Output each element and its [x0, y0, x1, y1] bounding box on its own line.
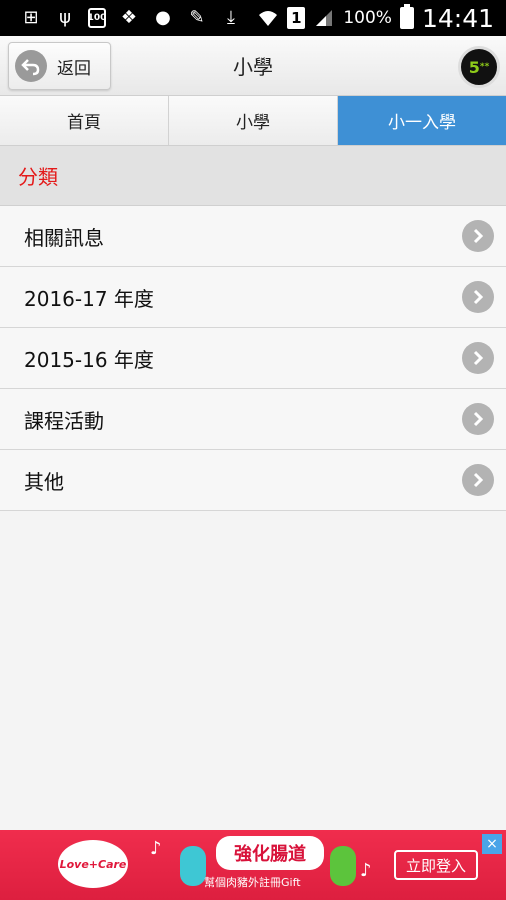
battery-icon — [399, 4, 414, 29]
edit-icon: ✎ — [189, 7, 205, 28]
wifi-icon — [257, 7, 279, 29]
category-title: 分類 — [18, 165, 58, 189]
list-item-activities[interactable]: 課程活動 — [0, 389, 506, 450]
plus-box-icon: ⊞ — [23, 7, 39, 28]
category-list: 相關訊息 2016-17 年度 2015-16 年度 課程活動 其他 — [0, 206, 506, 511]
ad-subline: 幫個肉豬外註冊Gift — [204, 876, 301, 889]
clock: 14:41 — [421, 3, 494, 33]
back-label: 返回 — [57, 58, 91, 79]
logo-stars: ** — [479, 62, 490, 72]
status-bar: ⊞ ψ 100 ❖ ● ✎ ⤓ 1 100% 14:41 — [0, 0, 506, 36]
tab-home[interactable]: 首頁 — [0, 96, 169, 145]
mascot-icon — [180, 846, 206, 886]
chevron-right-icon — [462, 464, 494, 496]
signal-icon — [313, 7, 335, 29]
app-header: 返回 小學 5 ** — [0, 36, 506, 96]
list-item-label: 相關訊息 — [24, 225, 104, 250]
sim-icon: 1 — [287, 7, 306, 29]
list-item-2015-16[interactable]: 2015-16 年度 — [0, 328, 506, 389]
list-item-label: 其他 — [24, 469, 64, 494]
tab-primary[interactable]: 小學 — [169, 96, 338, 145]
music-note-icon: ♪ — [360, 860, 372, 881]
chevron-right-icon — [462, 342, 494, 374]
usb-icon: ψ — [59, 7, 71, 28]
list-item-related-news[interactable]: 相關訊息 — [0, 206, 506, 267]
dropbox-icon: ❖ — [120, 7, 138, 28]
back-button[interactable]: 返回 — [8, 42, 111, 90]
chevron-right-icon — [462, 281, 494, 313]
mascot-icon — [330, 846, 356, 886]
list-item-label: 2016-17 年度 — [24, 286, 154, 311]
chevron-right-icon — [462, 403, 494, 435]
ad-close-icon[interactable]: × — [482, 834, 502, 854]
download-icon: ⤓ — [227, 7, 235, 28]
back-arrow-icon — [15, 50, 47, 82]
list-item-label: 課程活動 — [24, 408, 104, 433]
tab-bar: 首頁 小學 小一入學 — [0, 96, 506, 146]
ad-brand-logo: Love+Care — [58, 840, 128, 888]
app-logo[interactable]: 5 ** — [458, 46, 500, 88]
category-header: 分類 — [0, 146, 506, 206]
list-item-label: 2015-16 年度 — [24, 347, 154, 372]
ad-login-button[interactable]: 立即登入 — [394, 850, 478, 880]
logo-text: 5 — [468, 57, 480, 77]
list-item-2016-17[interactable]: 2016-17 年度 — [0, 267, 506, 328]
list-item-others[interactable]: 其他 — [0, 450, 506, 511]
tab-p1-admission[interactable]: 小一入學 — [338, 96, 506, 145]
chevron-right-icon — [462, 220, 494, 252]
ad-headline: 強化腸道 — [216, 836, 324, 870]
storage-icon: 100 — [88, 8, 106, 28]
music-note-icon: ♪ — [150, 838, 162, 859]
ad-banner[interactable]: Love+Care ♪ ♪ 強化腸道 幫個肉豬外註冊Gift 立即登入 × — [0, 830, 506, 900]
chat-icon: ● — [155, 7, 171, 28]
battery-percent: 100% — [343, 8, 392, 28]
